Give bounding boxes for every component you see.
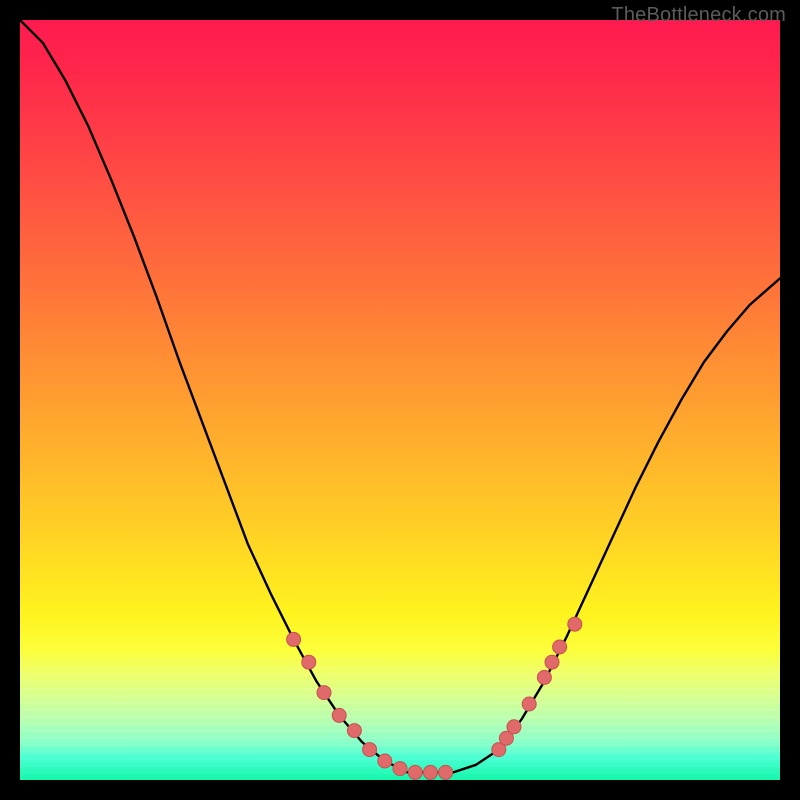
data-marker bbox=[537, 670, 551, 684]
data-marker bbox=[393, 762, 407, 776]
data-marker bbox=[522, 697, 536, 711]
data-marker bbox=[439, 765, 453, 779]
data-marker bbox=[302, 655, 316, 669]
data-marker bbox=[423, 765, 437, 779]
plot-area bbox=[20, 20, 780, 780]
data-marker bbox=[545, 655, 559, 669]
data-marker bbox=[363, 743, 377, 757]
chart-frame: TheBottleneck.com bbox=[0, 0, 800, 800]
data-marker bbox=[378, 754, 392, 768]
watermark-text: TheBottleneck.com bbox=[611, 4, 786, 27]
data-marker bbox=[568, 617, 582, 631]
data-marker bbox=[317, 686, 331, 700]
bottleneck-curve bbox=[20, 20, 780, 772]
data-marker bbox=[408, 765, 422, 779]
curve-layer bbox=[20, 20, 780, 780]
data-marker bbox=[332, 708, 346, 722]
data-marker bbox=[347, 724, 361, 738]
data-marker bbox=[287, 632, 301, 646]
data-marker bbox=[507, 720, 521, 734]
curve-markers bbox=[287, 617, 582, 779]
data-marker bbox=[553, 640, 567, 654]
